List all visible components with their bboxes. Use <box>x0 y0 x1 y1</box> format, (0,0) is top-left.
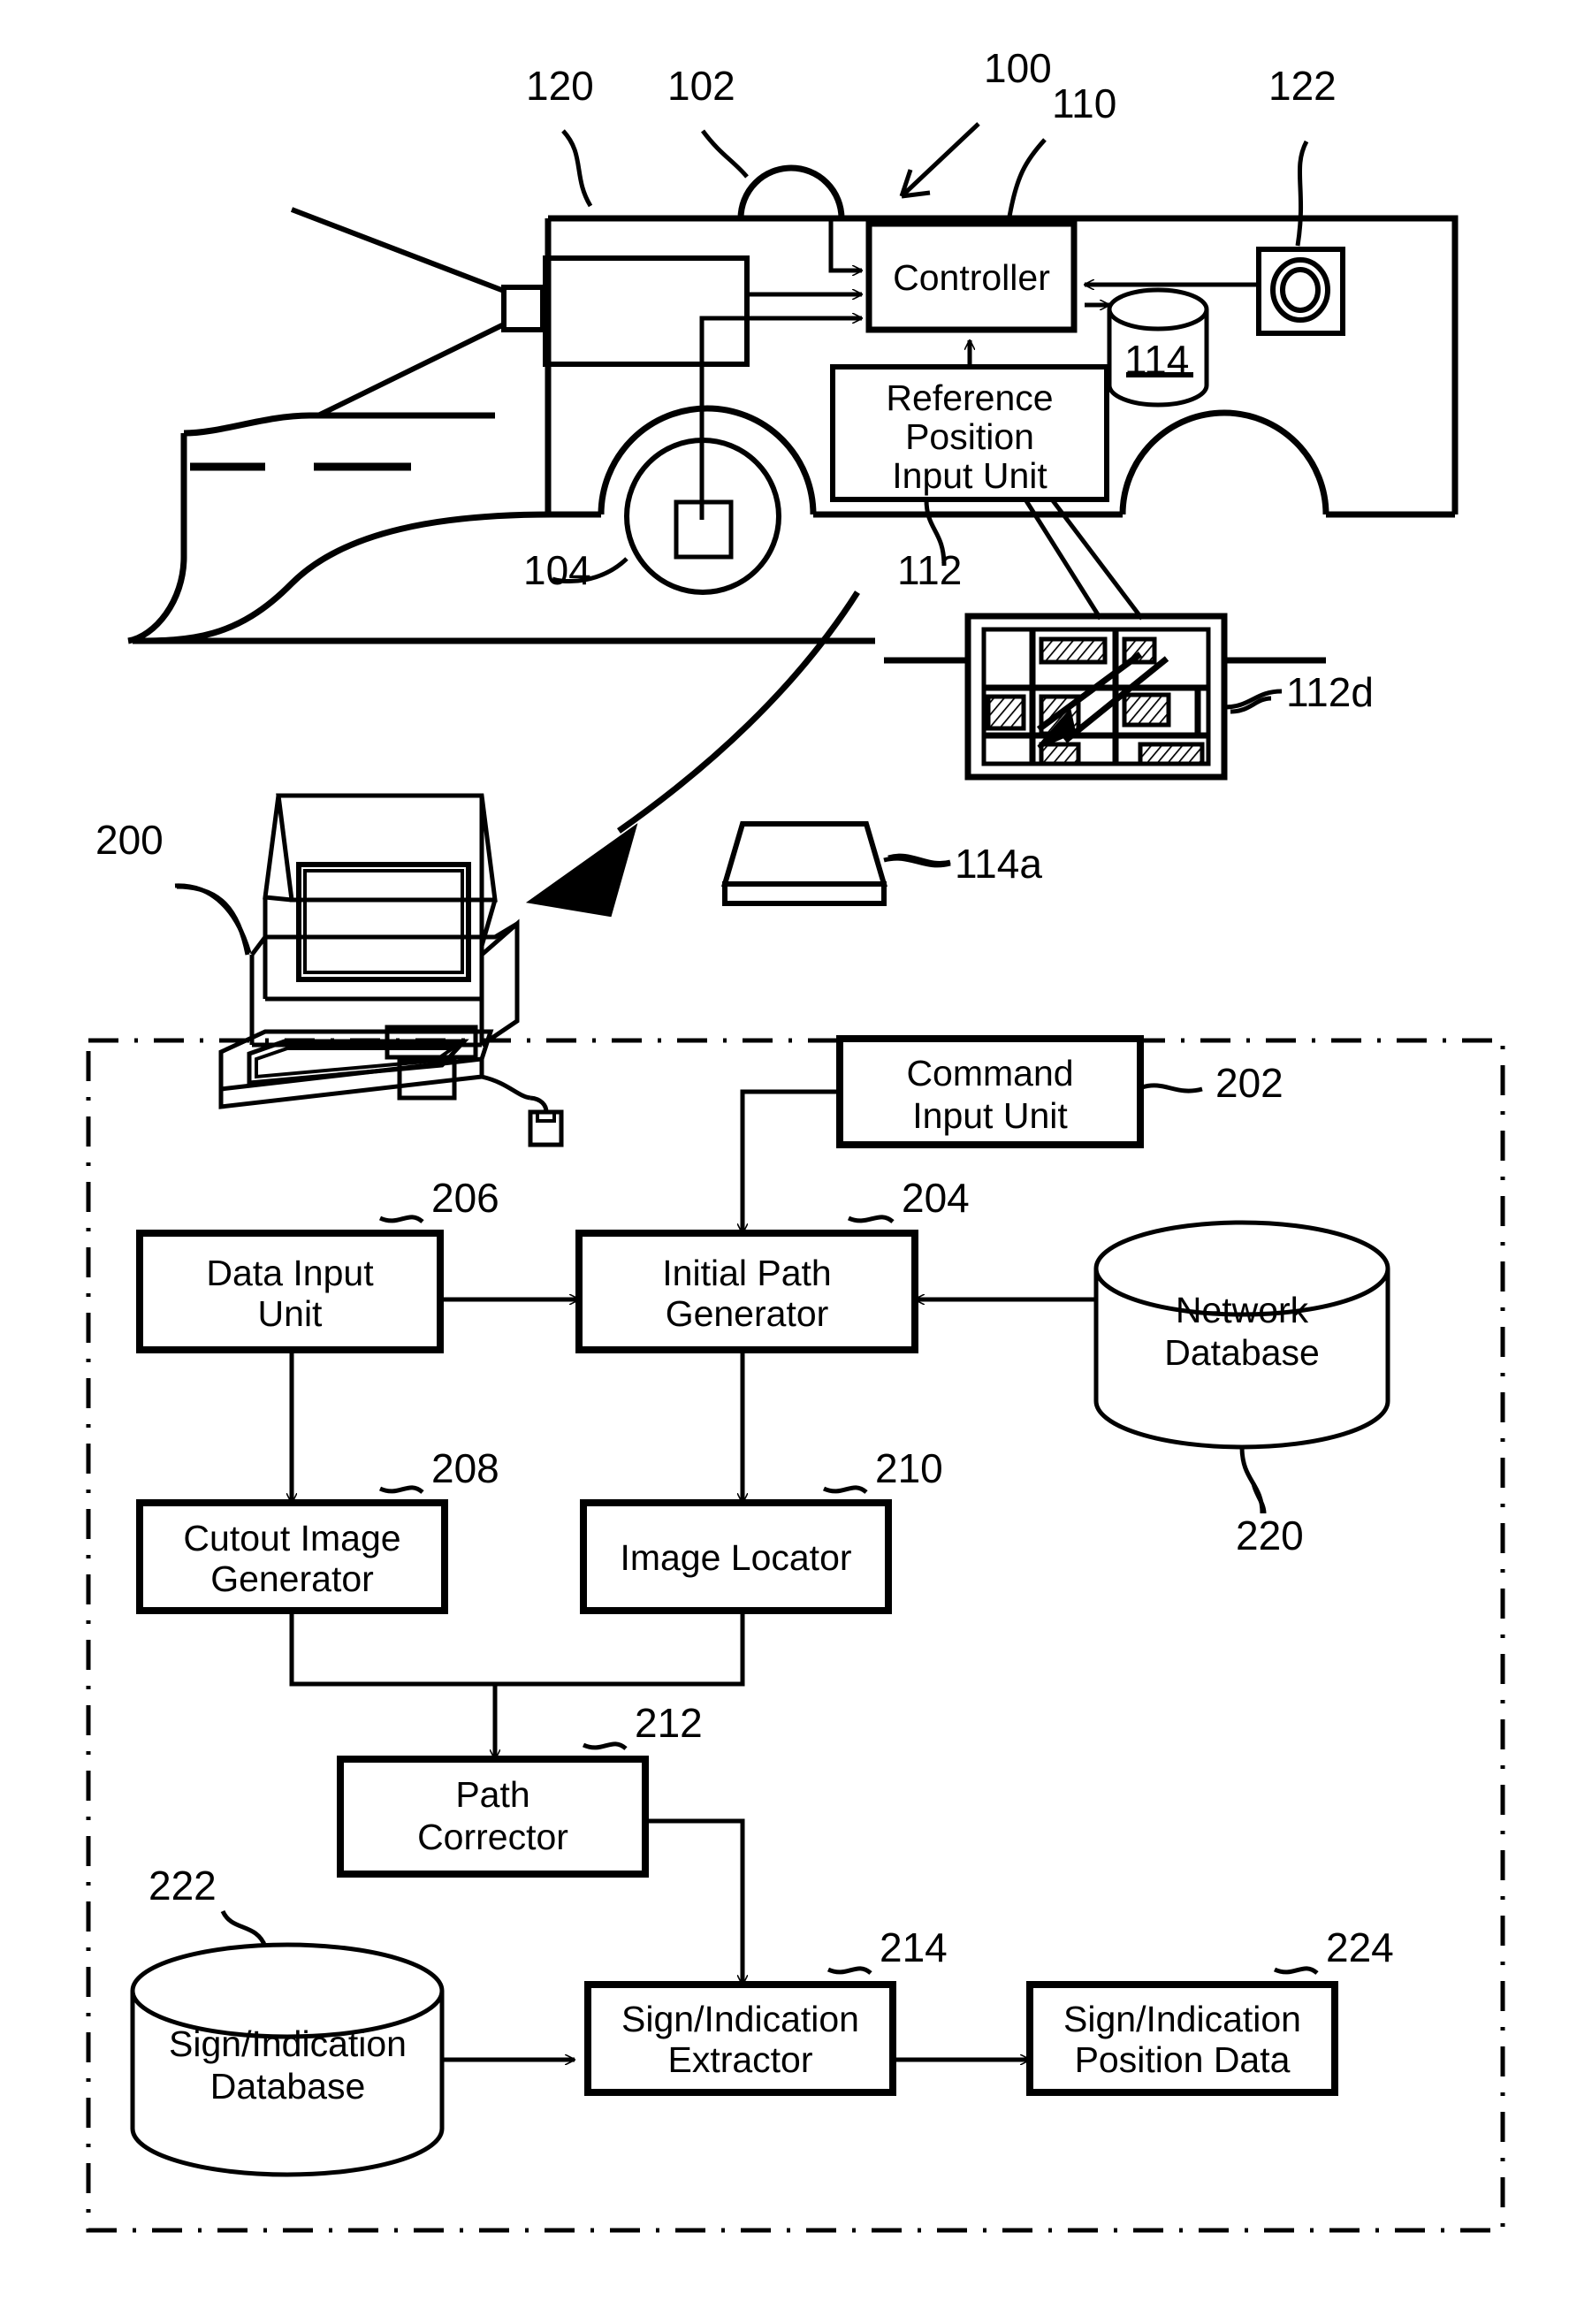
cutout-image-generator-line2: Generator <box>210 1558 374 1599</box>
ref-122: 122 <box>1268 63 1337 109</box>
reference-position-input-unit-line2: Position <box>905 416 1034 457</box>
ref-120: 120 <box>526 63 594 109</box>
command-input-unit-line1: Command <box>906 1053 1074 1093</box>
ref-208: 208 <box>431 1445 499 1491</box>
network-database-line2: Database <box>1164 1332 1320 1373</box>
initial-path-generator-line1: Initial Path <box>662 1253 832 1293</box>
initial-path-generator-line2: Generator <box>665 1293 829 1334</box>
sign-indication-extractor-line1: Sign/Indication <box>621 1999 859 2039</box>
reference-position-input-unit-line1: Reference <box>886 377 1054 418</box>
ref-202: 202 <box>1215 1060 1284 1106</box>
network-database-line1: Network <box>1175 1290 1309 1330</box>
path-corrector-line2: Corrector <box>417 1817 568 1857</box>
ref-206: 206 <box>431 1175 499 1221</box>
sign-indication-database-line2: Database <box>209 2066 366 2107</box>
ref-220: 220 <box>1236 1513 1304 1558</box>
ref-110: 110 <box>1052 80 1117 126</box>
ref-204: 204 <box>902 1175 970 1221</box>
reference-position-input-unit-line3: Input Unit <box>892 455 1047 496</box>
ref-100: 100 <box>984 45 1052 91</box>
image-locator-label: Image Locator <box>620 1537 852 1578</box>
ref-222: 222 <box>149 1863 217 1909</box>
ref-214: 214 <box>880 1924 948 1970</box>
sign-indication-position-data-line1: Sign/Indication <box>1063 1999 1301 2039</box>
cutout-image-generator-line1: Cutout Image <box>183 1518 401 1558</box>
controller-block-label: Controller <box>893 257 1050 298</box>
ref-114: 114 <box>1124 337 1190 383</box>
figure-linework <box>86 122 1505 2233</box>
ref-112d: 112d <box>1286 669 1374 715</box>
ref-224: 224 <box>1326 1924 1394 1970</box>
sign-indication-extractor-line2: Extractor <box>667 2039 813 2080</box>
path-corrector-line1: Path <box>455 1774 530 1815</box>
ref-200: 200 <box>95 817 164 863</box>
ref-210: 210 <box>875 1445 943 1491</box>
sign-indication-database-line1: Sign/Indication <box>169 2023 407 2064</box>
ref-112: 112 <box>897 547 963 593</box>
ref-104: 104 <box>523 547 591 593</box>
command-input-unit-line2: Input Unit <box>912 1095 1068 1136</box>
sign-indication-position-data-line2: Position Data <box>1074 2039 1291 2080</box>
patent-figure-page: 100 120 102 110 122 114 104 112 112d 114… <box>0 0 1592 2324</box>
data-input-unit-line2: Unit <box>257 1293 323 1334</box>
ref-114a: 114a <box>955 841 1042 887</box>
data-input-unit-line1: Data Input <box>206 1253 374 1293</box>
ref-212: 212 <box>635 1700 703 1746</box>
ref-102: 102 <box>667 63 735 109</box>
